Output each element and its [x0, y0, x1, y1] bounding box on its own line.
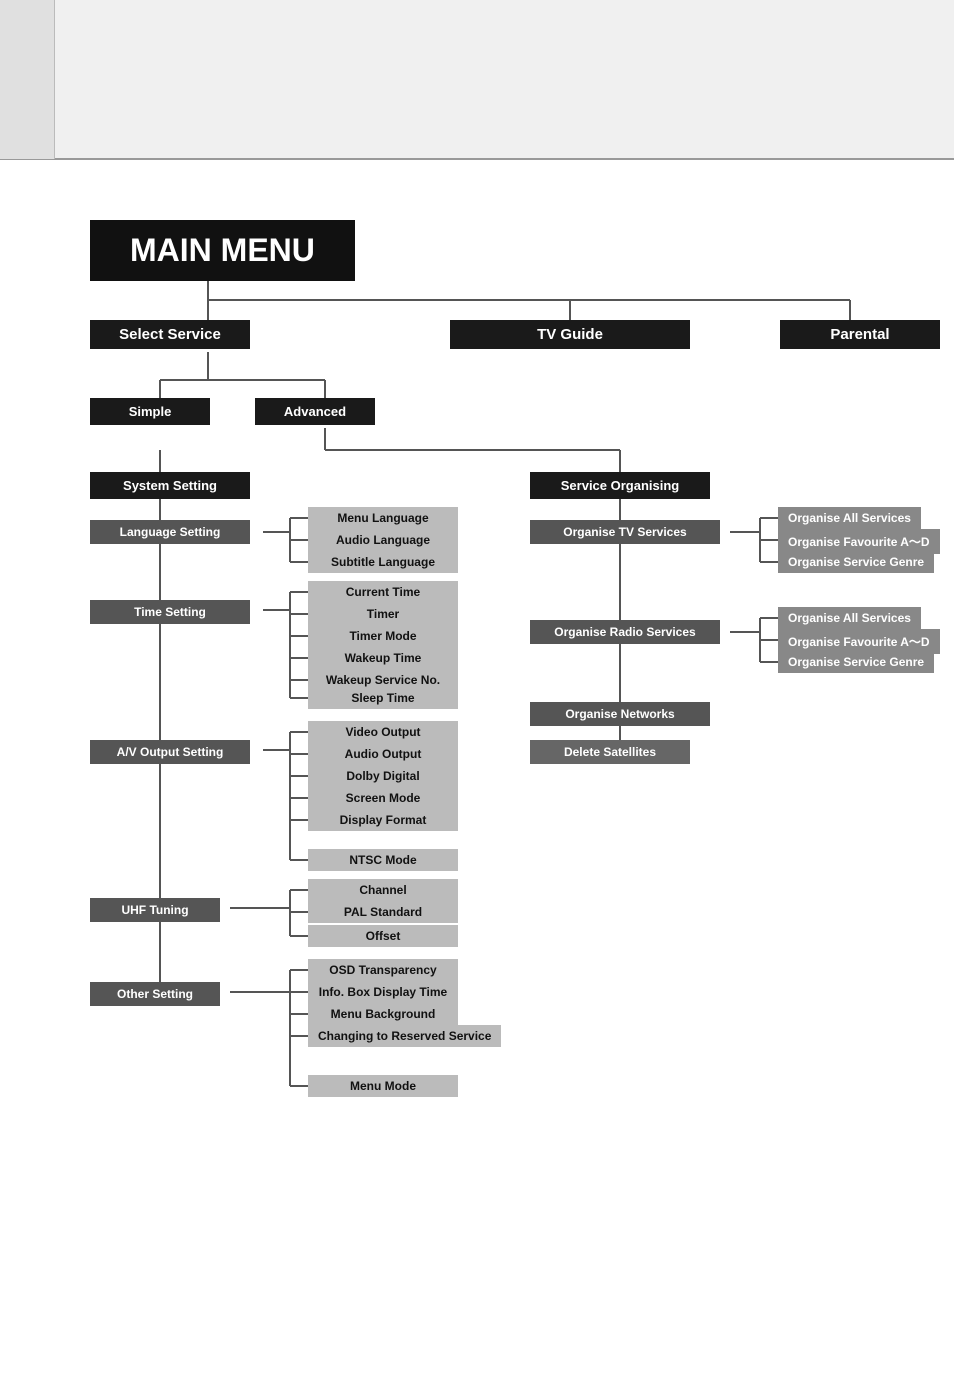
organise-tv-node[interactable]: Organise TV Services: [530, 520, 720, 544]
video-output-label: Video Output: [308, 721, 458, 743]
side-tab: [0, 0, 55, 159]
av-output-node[interactable]: A/V Output Setting: [90, 740, 250, 764]
changing-reserved-node[interactable]: Changing to Reserved Service: [308, 1025, 501, 1047]
simple-label: Simple: [90, 398, 210, 425]
ntsc-mode-node[interactable]: NTSC Mode: [308, 849, 458, 871]
advanced-label: Advanced: [255, 398, 375, 425]
audio-language-label: Audio Language: [308, 529, 458, 551]
timer-mode-node[interactable]: Timer Mode: [308, 625, 458, 647]
info-box-label: Info. Box Display Time: [308, 981, 458, 1003]
select-service-node[interactable]: Select Service: [90, 320, 250, 349]
system-setting-node[interactable]: System Setting: [90, 472, 250, 499]
dolby-digital-node[interactable]: Dolby Digital: [308, 765, 458, 787]
uhf-tuning-label: UHF Tuning: [90, 898, 220, 922]
wakeup-time-label: Wakeup Time: [308, 647, 458, 669]
tv-guide-label: TV Guide: [450, 320, 690, 349]
menu-background-label: Menu Background: [308, 1003, 458, 1025]
current-time-node[interactable]: Current Time: [308, 581, 458, 603]
tv-guide-node[interactable]: TV Guide: [450, 320, 690, 349]
uhf-tuning-node[interactable]: UHF Tuning: [90, 898, 220, 922]
main-content: MAIN MENU Select Service TV Guide Parent…: [0, 160, 954, 1400]
organise-networks-node[interactable]: Organise Networks: [530, 702, 710, 726]
select-service-label: Select Service: [90, 320, 250, 349]
radio-service-genre-node[interactable]: Organise Service Genre: [778, 651, 934, 673]
tv-service-genre-label: Organise Service Genre: [778, 551, 934, 573]
channel-node[interactable]: Channel: [308, 879, 458, 901]
sleep-time-label: Sleep Time: [308, 687, 458, 709]
top-bar: [0, 0, 954, 160]
system-setting-label: System Setting: [90, 472, 250, 499]
screen-mode-node[interactable]: Screen Mode: [308, 787, 458, 809]
diagram: MAIN MENU Select Service TV Guide Parent…: [30, 210, 950, 1360]
audio-output-label: Audio Output: [308, 743, 458, 765]
screen-mode-label: Screen Mode: [308, 787, 458, 809]
organise-tv-label: Organise TV Services: [530, 520, 720, 544]
channel-label: Channel: [308, 879, 458, 901]
wakeup-time-node[interactable]: Wakeup Time: [308, 647, 458, 669]
time-setting-label: Time Setting: [90, 600, 250, 624]
other-setting-node[interactable]: Other Setting: [90, 982, 220, 1006]
dolby-digital-label: Dolby Digital: [308, 765, 458, 787]
audio-language-node[interactable]: Audio Language: [308, 529, 458, 551]
subtitle-language-node[interactable]: Subtitle Language: [308, 551, 458, 573]
menu-mode-label: Menu Mode: [308, 1075, 458, 1097]
ntsc-mode-label: NTSC Mode: [308, 849, 458, 871]
menu-language-label: Menu Language: [308, 507, 458, 529]
other-setting-label: Other Setting: [90, 982, 220, 1006]
changing-reserved-label: Changing to Reserved Service: [308, 1025, 501, 1047]
offset-node[interactable]: Offset: [308, 925, 458, 947]
pal-standard-label: PAL Standard: [308, 901, 458, 923]
av-output-label: A/V Output Setting: [90, 740, 250, 764]
info-box-node[interactable]: Info. Box Display Time: [308, 981, 458, 1003]
offset-label: Offset: [308, 925, 458, 947]
time-setting-node[interactable]: Time Setting: [90, 600, 250, 624]
delete-satellites-label: Delete Satellites: [530, 740, 690, 764]
menu-mode-node[interactable]: Menu Mode: [308, 1075, 458, 1097]
pal-standard-node[interactable]: PAL Standard: [308, 901, 458, 923]
osd-transparency-node[interactable]: OSD Transparency: [308, 959, 458, 981]
timer-label: Timer: [308, 603, 458, 625]
parental-node[interactable]: Parental: [780, 320, 940, 349]
display-format-label: Display Format: [308, 809, 458, 831]
timer-mode-label: Timer Mode: [308, 625, 458, 647]
tv-all-services-node[interactable]: Organise All Services: [778, 507, 921, 529]
radio-all-services-label: Organise All Services: [778, 607, 921, 629]
service-organising-label: Service Organising: [530, 472, 710, 499]
audio-output-node[interactable]: Audio Output: [308, 743, 458, 765]
tv-all-services-label: Organise All Services: [778, 507, 921, 529]
menu-background-node[interactable]: Menu Background: [308, 1003, 458, 1025]
sleep-time-node[interactable]: Sleep Time: [308, 687, 458, 709]
organise-radio-node[interactable]: Organise Radio Services: [530, 620, 720, 644]
main-menu-node: MAIN MENU: [90, 220, 355, 281]
timer-node[interactable]: Timer: [308, 603, 458, 625]
simple-node[interactable]: Simple: [90, 398, 210, 425]
tv-service-genre-node[interactable]: Organise Service Genre: [778, 551, 934, 573]
delete-satellites-node[interactable]: Delete Satellites: [530, 740, 690, 764]
radio-all-services-node[interactable]: Organise All Services: [778, 607, 921, 629]
language-setting-node[interactable]: Language Setting: [90, 520, 250, 544]
organise-radio-label: Organise Radio Services: [530, 620, 720, 644]
connector-lines: [30, 210, 950, 1360]
osd-transparency-label: OSD Transparency: [308, 959, 458, 981]
service-organising-node[interactable]: Service Organising: [530, 472, 710, 499]
organise-networks-label: Organise Networks: [530, 702, 710, 726]
menu-language-node[interactable]: Menu Language: [308, 507, 458, 529]
main-menu-title: MAIN MENU: [90, 220, 355, 281]
radio-service-genre-label: Organise Service Genre: [778, 651, 934, 673]
language-setting-label: Language Setting: [90, 520, 250, 544]
subtitle-language-label: Subtitle Language: [308, 551, 458, 573]
display-format-node[interactable]: Display Format: [308, 809, 458, 831]
advanced-node[interactable]: Advanced: [255, 398, 375, 425]
current-time-label: Current Time: [308, 581, 458, 603]
video-output-node[interactable]: Video Output: [308, 721, 458, 743]
parental-label: Parental: [780, 320, 940, 349]
